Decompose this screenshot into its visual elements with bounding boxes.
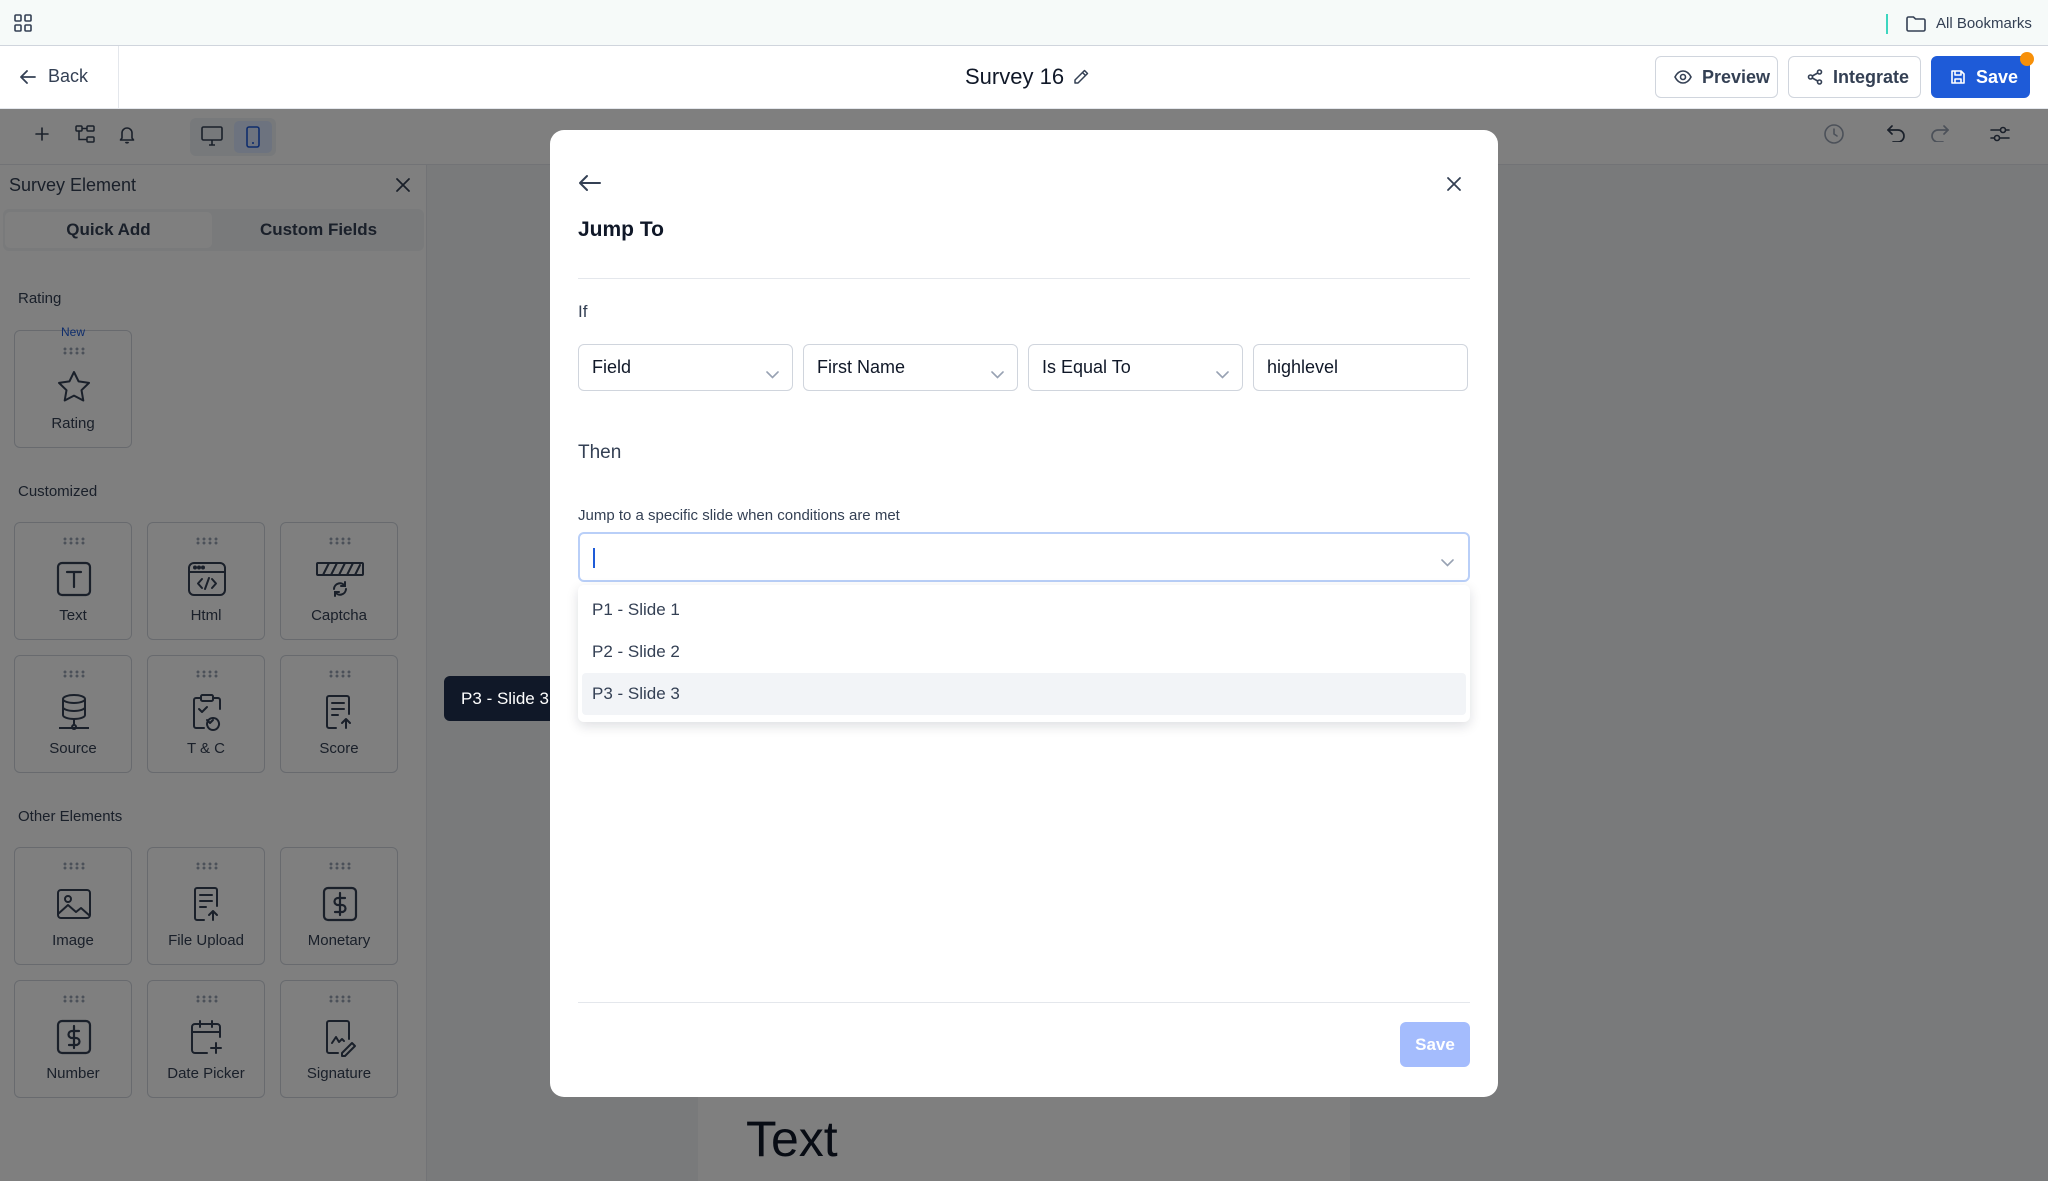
modal-footer-divider — [578, 1002, 1470, 1003]
condition-value-input[interactable]: highlevel — [1253, 344, 1468, 391]
chevron-down-icon — [1441, 554, 1454, 572]
modal-back-arrow-icon[interactable] — [578, 174, 602, 192]
survey-title-group: Survey 16 — [965, 64, 1090, 90]
jump-help-text: Jump to a specific slide when conditions… — [578, 507, 900, 524]
notification-dot — [2020, 52, 2034, 66]
then-label: Then — [578, 442, 622, 463]
modal-close-icon[interactable] — [1446, 176, 1462, 192]
condition-field-name-select[interactable]: First Name — [803, 344, 1018, 391]
chevron-down-icon — [1216, 363, 1229, 384]
chevron-down-icon — [766, 363, 779, 384]
slide-options-dropdown: P1 - Slide 1 P2 - Slide 2 P3 - Slide 3 — [578, 585, 1470, 722]
modal-divider — [578, 278, 1470, 279]
header-divider — [118, 46, 119, 108]
jump-to-modal: Jump To If Field First Name Is Equal To … — [550, 130, 1498, 1097]
jump-slide-select[interactable] — [578, 532, 1470, 582]
dropdown-option[interactable]: P2 - Slide 2 — [582, 631, 1466, 673]
save-label: Save — [1976, 66, 2019, 87]
save-button[interactable]: Save — [1931, 56, 2030, 98]
pencil-icon[interactable] — [1072, 68, 1090, 86]
dropdown-option[interactable]: P1 - Slide 1 — [582, 589, 1466, 631]
text-caret — [593, 548, 595, 568]
preview-button[interactable]: Preview — [1655, 56, 1778, 98]
condition-field-type-select[interactable]: Field — [578, 344, 793, 391]
folder-icon — [1906, 15, 1926, 32]
option-tooltip: P3 - Slide 3 — [444, 676, 574, 721]
apps-grid-icon[interactable] — [14, 14, 32, 32]
back-button[interactable]: Back — [20, 66, 88, 87]
bookmarks-bar: All Bookmarks — [0, 0, 2048, 46]
share-icon — [1807, 69, 1823, 85]
chevron-down-icon — [991, 363, 1004, 384]
arrow-left-icon — [20, 69, 36, 84]
modal-title: Jump To — [578, 218, 664, 241]
select-value: Is Equal To — [1042, 357, 1131, 377]
preview-label: Preview — [1702, 66, 1771, 87]
integrate-label: Integrate — [1833, 66, 1910, 87]
select-value: First Name — [817, 357, 906, 377]
condition-operator-select[interactable]: Is Equal To — [1028, 344, 1243, 391]
all-bookmarks-link[interactable]: All Bookmarks — [1936, 15, 2032, 32]
modal-save-button[interactable]: Save — [1400, 1022, 1470, 1067]
bookmarks-divider — [1886, 14, 1888, 34]
input-value: highlevel — [1267, 357, 1339, 377]
floppy-disk-icon — [1950, 69, 1966, 85]
survey-title: Survey 16 — [965, 64, 1065, 89]
dropdown-option[interactable]: P3 - Slide 3 — [582, 673, 1466, 715]
eye-icon — [1674, 70, 1692, 84]
if-label: If — [578, 302, 588, 321]
select-value: Field — [592, 357, 632, 377]
app-header: Back Survey 16 Preview Integrate Save — [0, 46, 2048, 109]
back-label: Back — [48, 66, 89, 86]
integrate-button[interactable]: Integrate — [1788, 56, 1921, 98]
